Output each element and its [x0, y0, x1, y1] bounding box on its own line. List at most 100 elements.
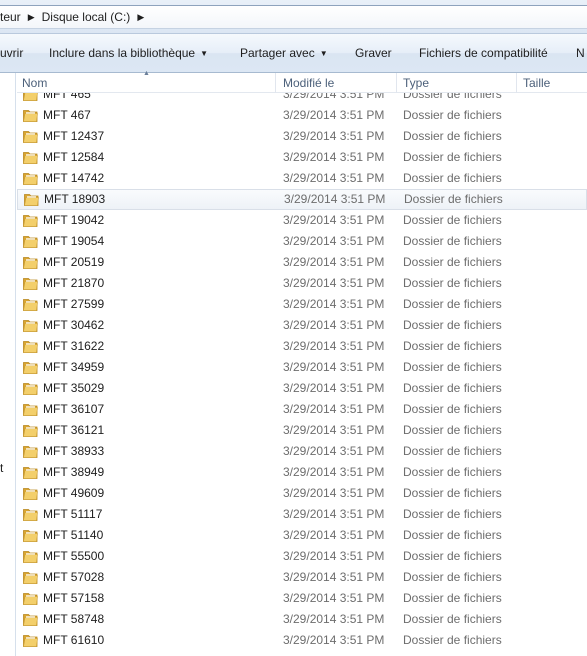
file-row[interactable]: MFT 38949 3/29/2014 3:51 PM Dossier de f…: [17, 462, 587, 483]
file-name: MFT 14742: [43, 171, 105, 185]
file-modified: 3/29/2014 3:51 PM: [283, 108, 385, 122]
file-modified: 3/29/2014 3:51 PM: [283, 486, 385, 500]
file-name: MFT 465: [43, 93, 91, 101]
file-type: Dossier de fichiers: [403, 633, 502, 647]
breadcrumb-computer[interactable]: teur: [0, 10, 24, 24]
file-name: MFT 12437: [43, 129, 105, 143]
file-row[interactable]: MFT 61610 3/29/2014 3:51 PM Dossier de f…: [17, 630, 587, 651]
burn-label: Graver: [355, 46, 392, 60]
file-row[interactable]: MFT 467 3/29/2014 3:51 PM Dossier de fic…: [17, 105, 587, 126]
breadcrumb-local-disk[interactable]: Disque local (C:): [39, 10, 134, 24]
include-in-library-button[interactable]: Inclure dans la bibliothèque ▼: [49, 46, 208, 60]
file-type: Dossier de fichiers: [403, 528, 502, 542]
file-type: Dossier de fichiers: [403, 93, 502, 101]
file-row[interactable]: MFT 30462 3/29/2014 3:51 PM Dossier de f…: [17, 315, 587, 336]
folder-icon: [23, 509, 38, 521]
folder-icon: [23, 593, 38, 605]
folder-icon: [23, 257, 38, 269]
file-type: Dossier de fichiers: [403, 171, 502, 185]
folder-icon: [23, 110, 38, 122]
file-row[interactable]: MFT 35029 3/29/2014 3:51 PM Dossier de f…: [17, 378, 587, 399]
file-row[interactable]: MFT 55500 3/29/2014 3:51 PM Dossier de f…: [17, 546, 587, 567]
new-folder-button[interactable]: N: [576, 46, 585, 60]
file-rows: MFT 465 3/29/2014 3:51 PM Dossier de fic…: [17, 93, 587, 651]
file-row[interactable]: MFT 51140 3/29/2014 3:51 PM Dossier de f…: [17, 525, 587, 546]
folder-icon: [23, 467, 38, 479]
file-modified: 3/29/2014 3:51 PM: [283, 318, 385, 332]
file-type: Dossier de fichiers: [403, 318, 502, 332]
file-row[interactable]: MFT 18903 3/29/2014 3:51 PM Dossier de f…: [17, 189, 587, 210]
file-name: MFT 58748: [43, 612, 105, 626]
folder-icon: [23, 173, 38, 185]
column-header-type[interactable]: Type: [398, 73, 517, 93]
column-header-name[interactable]: Nom: [17, 73, 276, 93]
folder-icon: [23, 446, 38, 458]
file-type: Dossier de fichiers: [404, 192, 503, 206]
file-row[interactable]: MFT 31622 3/29/2014 3:51 PM Dossier de f…: [17, 336, 587, 357]
navigation-pane[interactable]: t: [0, 73, 16, 656]
file-name: MFT 27599: [43, 297, 105, 311]
file-type: Dossier de fichiers: [403, 465, 502, 479]
file-list[interactable]: MFT 465 3/29/2014 3:51 PM Dossier de fic…: [17, 93, 587, 656]
file-name: MFT 12584: [43, 150, 105, 164]
file-modified: 3/29/2014 3:51 PM: [284, 192, 386, 206]
folder-icon: [23, 320, 38, 332]
folder-icon: [23, 383, 38, 395]
file-type: Dossier de fichiers: [403, 507, 502, 521]
folder-icon: [23, 404, 38, 416]
file-row[interactable]: MFT 12584 3/29/2014 3:51 PM Dossier de f…: [17, 147, 587, 168]
file-row[interactable]: MFT 58748 3/29/2014 3:51 PM Dossier de f…: [17, 609, 587, 630]
open-button[interactable]: uvrir: [0, 46, 23, 60]
file-type: Dossier de fichiers: [403, 486, 502, 500]
file-row[interactable]: MFT 36107 3/29/2014 3:51 PM Dossier de f…: [17, 399, 587, 420]
file-type: Dossier de fichiers: [403, 108, 502, 122]
file-row[interactable]: MFT 19042 3/29/2014 3:51 PM Dossier de f…: [17, 210, 587, 231]
file-modified: 3/29/2014 3:51 PM: [283, 171, 385, 185]
file-modified: 3/29/2014 3:51 PM: [283, 444, 385, 458]
file-row[interactable]: MFT 49609 3/29/2014 3:51 PM Dossier de f…: [17, 483, 587, 504]
file-row[interactable]: MFT 12437 3/29/2014 3:51 PM Dossier de f…: [17, 126, 587, 147]
file-row[interactable]: MFT 34959 3/29/2014 3:51 PM Dossier de f…: [17, 357, 587, 378]
address-field[interactable]: teur ▶ Disque local (C:) ▶: [0, 5, 587, 29]
file-row[interactable]: MFT 57028 3/29/2014 3:51 PM Dossier de f…: [17, 567, 587, 588]
folder-icon: [23, 299, 38, 311]
column-headers: ▲ Nom Modifié le Type Taille: [17, 70, 587, 93]
file-row[interactable]: MFT 38933 3/29/2014 3:51 PM Dossier de f…: [17, 441, 587, 462]
file-row[interactable]: MFT 57158 3/29/2014 3:51 PM Dossier de f…: [17, 588, 587, 609]
file-name: MFT 19054: [43, 234, 105, 248]
file-modified: 3/29/2014 3:51 PM: [283, 381, 385, 395]
file-name: MFT 38949: [43, 465, 105, 479]
file-modified: 3/29/2014 3:51 PM: [283, 423, 385, 437]
file-name: MFT 36107: [43, 402, 105, 416]
column-header-modified[interactable]: Modifié le: [278, 73, 397, 93]
folder-icon: [23, 93, 38, 101]
file-type: Dossier de fichiers: [403, 402, 502, 416]
file-row[interactable]: MFT 21870 3/29/2014 3:51 PM Dossier de f…: [17, 273, 587, 294]
chevron-down-icon: ▼: [319, 49, 328, 58]
file-row[interactable]: MFT 20519 3/29/2014 3:51 PM Dossier de f…: [17, 252, 587, 273]
file-row[interactable]: MFT 36121 3/29/2014 3:51 PM Dossier de f…: [17, 420, 587, 441]
file-row[interactable]: MFT 14742 3/29/2014 3:51 PM Dossier de f…: [17, 168, 587, 189]
folder-icon: [23, 131, 38, 143]
share-with-button[interactable]: Partager avec ▼: [240, 46, 328, 60]
burn-button[interactable]: Graver: [355, 46, 392, 60]
nav-item-fragment[interactable]: t: [0, 461, 3, 475]
file-row[interactable]: MFT 27599 3/29/2014 3:51 PM Dossier de f…: [17, 294, 587, 315]
chevron-right-icon[interactable]: ▶: [24, 12, 39, 23]
file-name: MFT 19042: [43, 213, 105, 227]
column-header-size[interactable]: Taille: [518, 73, 587, 93]
file-row[interactable]: MFT 465 3/29/2014 3:51 PM Dossier de fic…: [17, 93, 587, 105]
folder-icon: [23, 614, 38, 626]
folder-icon: [23, 551, 38, 563]
file-modified: 3/29/2014 3:51 PM: [283, 255, 385, 269]
file-modified: 3/29/2014 3:51 PM: [283, 465, 385, 479]
file-row[interactable]: MFT 51117 3/29/2014 3:51 PM Dossier de f…: [17, 504, 587, 525]
file-name: MFT 38933: [43, 444, 105, 458]
file-name: MFT 61610: [43, 633, 105, 647]
chevron-right-icon[interactable]: ▶: [133, 12, 148, 23]
file-row[interactable]: MFT 19054 3/29/2014 3:51 PM Dossier de f…: [17, 231, 587, 252]
compatibility-files-button[interactable]: Fichiers de compatibilité: [419, 46, 548, 60]
file-type: Dossier de fichiers: [403, 276, 502, 290]
file-name: MFT 20519: [43, 255, 105, 269]
file-name: MFT 21870: [43, 276, 105, 290]
